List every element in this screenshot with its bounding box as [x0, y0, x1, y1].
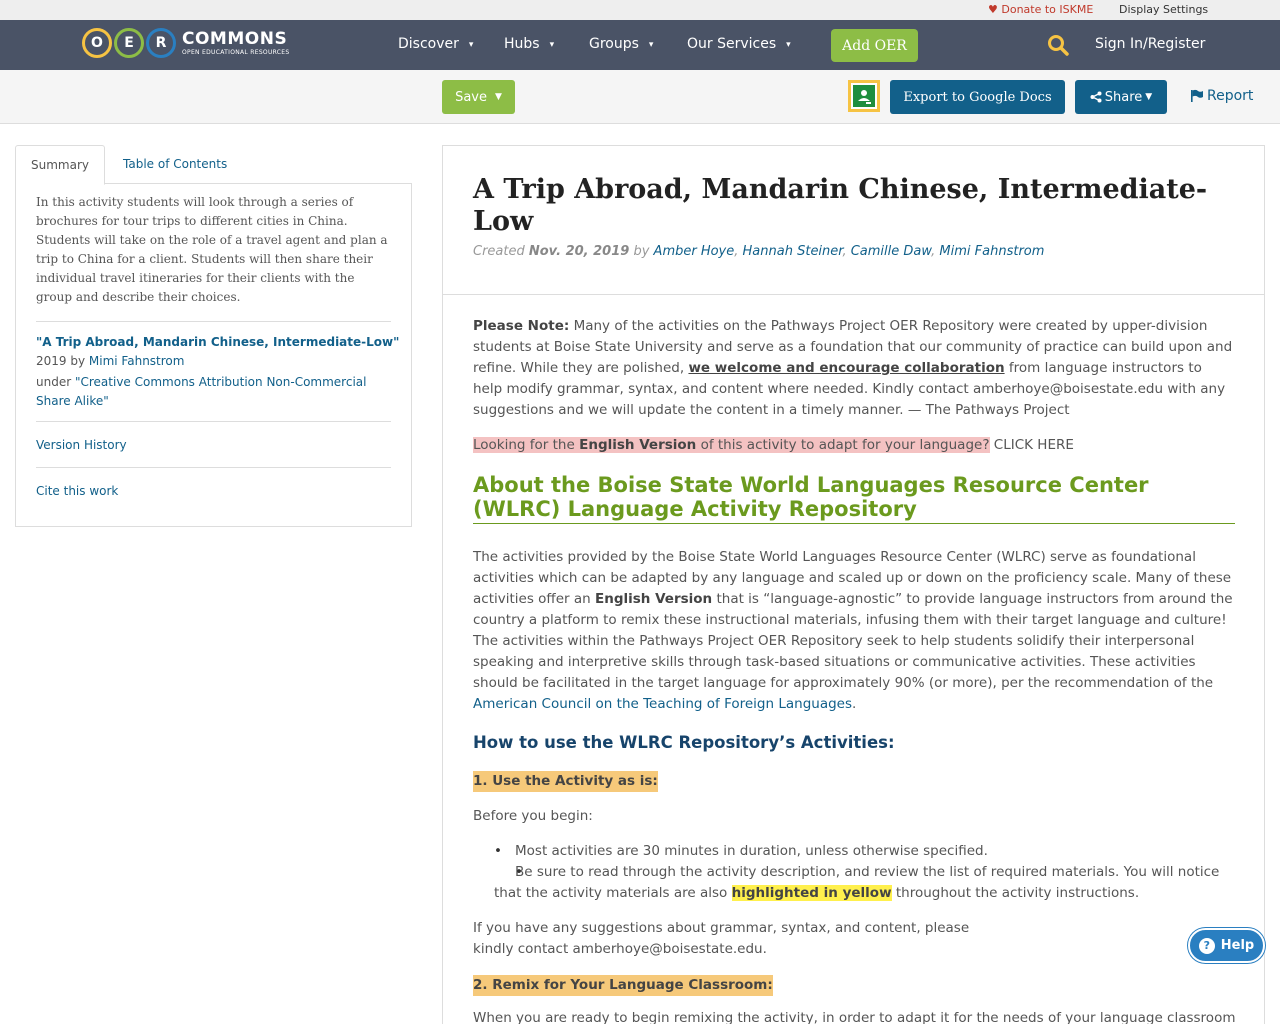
resource-header: A Trip Abroad, Mandarin Chinese, Interme…: [443, 146, 1264, 295]
please-note-paragraph: Please Note: Many of the activities on t…: [473, 318, 1233, 418]
list-item: Most activities are 30 minutes in durati…: [494, 841, 1235, 862]
resource-byline: Created Nov. 20, 2019 by Amber Hoye, Han…: [473, 244, 1045, 259]
license-terms: under "Creative Commons Attribution Non-…: [36, 375, 367, 408]
resource-action-bar: Save ▼ Export to Google Docs Share ▼ Repor…: [0, 70, 1280, 124]
english-version-line: Looking for the English Version of this …: [473, 437, 1074, 453]
chevron-down-icon: ▾: [549, 40, 555, 50]
remix-paragraph: When you are ready to begin remixing the…: [473, 1010, 1236, 1024]
logo-letter-r: R: [146, 28, 176, 58]
search-icon[interactable]: [1047, 34, 1069, 60]
logo-wordmark: COMMONS: [182, 28, 288, 49]
question-icon: ?: [1198, 937, 1215, 954]
nav-our-services[interactable]: Our Services ▾: [687, 36, 791, 52]
logo-tagline: OPEN EDUCATIONAL RESOURCES: [182, 48, 290, 56]
license-resource-title[interactable]: "A Trip Abroad, Mandarin Chinese, Interm…: [36, 335, 399, 349]
add-oer-button[interactable]: Add OER: [831, 29, 918, 62]
help-button[interactable]: ? Help: [1188, 928, 1265, 963]
author-link[interactable]: Hannah Steiner: [743, 244, 843, 259]
click-here-link[interactable]: CLICK HERE: [994, 437, 1074, 453]
author-link[interactable]: Amber Hoye: [654, 244, 735, 259]
license-attribution: 2019 by Mimi Fahnstrom: [36, 354, 185, 368]
highlighted-text: highlighted in yellow: [731, 885, 892, 901]
created-date: Nov. 20, 2019: [528, 244, 630, 259]
utility-bar: ♥ Donate to ISKME Display Settings: [0, 0, 1280, 20]
nav-groups[interactable]: Groups ▾: [589, 36, 653, 52]
about-paragraph: The activities provided by the Boise Sta…: [473, 549, 1233, 712]
resource-summary: In this activity students will look thro…: [36, 195, 388, 304]
license-link[interactable]: "Creative Commons Attribution Non-Commer…: [36, 375, 366, 408]
before-you-begin: Before you begin:: [473, 808, 593, 824]
caret-down-icon: ▼: [1145, 92, 1153, 102]
page-title: A Trip Abroad, Mandarin Chinese, Interme…: [473, 174, 1208, 237]
collaboration-link[interactable]: we welcome and encourage collaboration: [688, 360, 1004, 376]
heart-icon: ♥: [988, 3, 998, 16]
export-google-docs-button[interactable]: Export to Google Docs: [890, 80, 1065, 114]
list-item: Be sure to read through the activity des…: [494, 862, 1235, 904]
divider: [36, 421, 391, 422]
flag-icon: [1191, 89, 1203, 102]
resource-content: A Trip Abroad, Mandarin Chinese, Interme…: [442, 145, 1265, 1024]
donate-link[interactable]: ♥ Donate to ISKME: [988, 3, 1093, 16]
logo-letter-e: E: [114, 28, 144, 58]
nav-discover[interactable]: Discover ▾: [398, 36, 473, 52]
step-2-label: 2. Remix for Your Language Classroom:: [473, 975, 773, 996]
version-history-link[interactable]: Version History: [36, 438, 127, 452]
about-heading: About the Boise State World Languages Re…: [473, 473, 1235, 524]
divider: [36, 321, 391, 322]
display-settings-link[interactable]: Display Settings: [1119, 3, 1208, 16]
step-1-label: 1. Use the Activity as is:: [473, 771, 658, 792]
license-author-link[interactable]: Mimi Fahnstrom: [89, 354, 185, 368]
suggestions-paragraph: If you have any suggestions about gramma…: [473, 920, 970, 957]
tab-summary[interactable]: Summary: [15, 145, 105, 185]
tab-table-of-contents[interactable]: Table of Contents: [123, 157, 227, 171]
report-link[interactable]: Report: [1190, 88, 1253, 104]
chevron-down-icon: ▾: [648, 40, 654, 50]
chevron-down-icon: ▾: [468, 40, 474, 50]
divider: [36, 467, 391, 468]
cite-this-work-link[interactable]: Cite this work: [36, 484, 118, 498]
actfl-link[interactable]: American Council on the Teaching of Fore…: [473, 696, 852, 712]
share-button[interactable]: Share ▼: [1075, 80, 1167, 114]
save-button[interactable]: Save ▼: [442, 80, 515, 114]
summary-panel: In this activity students will look thro…: [15, 183, 412, 527]
google-classroom-icon[interactable]: [848, 80, 880, 112]
sidebar-tabs: Summary Table of Contents: [15, 145, 412, 185]
logo-letter-o: O: [82, 28, 112, 58]
author-link[interactable]: Mimi Fahnstrom: [939, 244, 1044, 259]
caret-down-icon: ▼: [495, 92, 502, 102]
how-to-heading: How to use the WLRC Repository’s Activit…: [473, 733, 895, 752]
main-navbar: O E R COMMONS OPEN EDUCATIONAL RESOURCES…: [0, 20, 1280, 70]
before-you-begin-list: Most activities are 30 minutes in durati…: [494, 841, 1235, 904]
chevron-down-icon: ▾: [786, 40, 791, 50]
oer-commons-logo[interactable]: O E R COMMONS OPEN EDUCATIONAL RESOURCES: [82, 25, 290, 61]
sign-in-register-link[interactable]: Sign In/Register: [1095, 36, 1205, 52]
resource-sidebar: Summary Table of Contents In this activi…: [15, 145, 412, 527]
share-icon: [1090, 91, 1102, 103]
author-link[interactable]: Camille Daw: [851, 244, 931, 259]
nav-hubs[interactable]: Hubs ▾: [504, 36, 554, 52]
